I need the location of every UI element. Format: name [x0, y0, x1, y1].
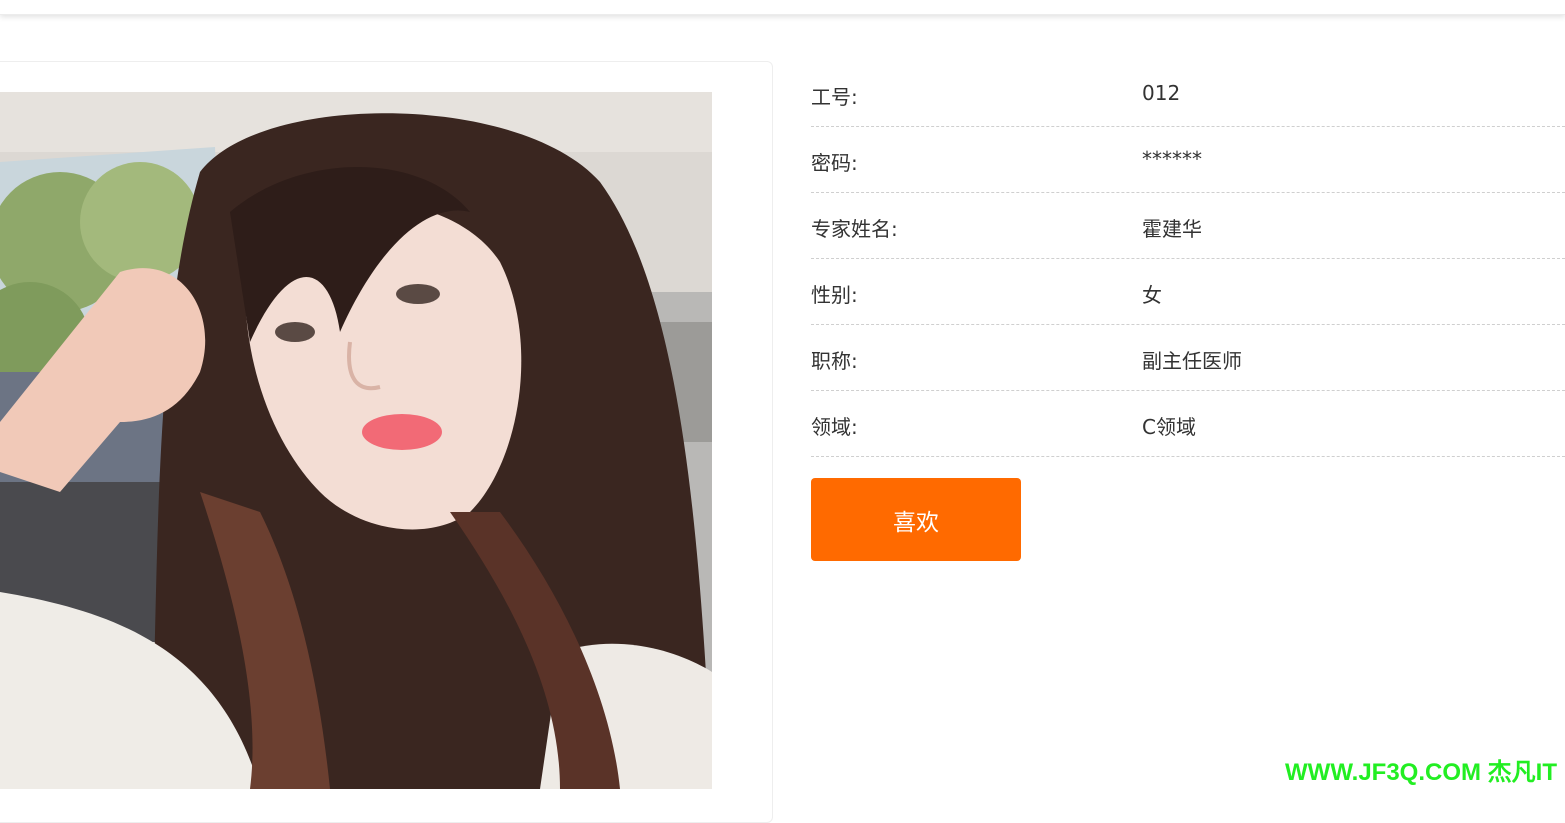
field-label: 领域:: [811, 411, 858, 440]
like-button[interactable]: 喜欢: [811, 478, 1021, 561]
field-row-gender: 性别: 女: [811, 259, 1565, 325]
field-value: C领域: [1142, 411, 1196, 440]
field-value: 012: [1142, 81, 1180, 105]
portrait-photo-icon: [0, 92, 712, 789]
watermark-text: WWW.JF3Q.COM 杰凡IT: [1285, 752, 1557, 787]
field-label: 专家姓名:: [811, 213, 898, 242]
field-value: 霍建华: [1142, 213, 1202, 242]
field-row-title: 职称: 副主任医师: [811, 325, 1565, 391]
field-value: 副主任医师: [1142, 345, 1242, 374]
field-label: 密码:: [811, 147, 858, 176]
field-row-name: 专家姓名: 霍建华: [811, 193, 1565, 259]
field-label: 工号:: [811, 81, 858, 110]
field-value: ******: [1142, 147, 1202, 171]
expert-info-list: 工号: 012 密码: ****** 专家姓名: 霍建华 性别: 女 职称: 副…: [811, 61, 1565, 457]
field-row-id: 工号: 012: [811, 61, 1565, 127]
field-label: 性别:: [811, 279, 858, 308]
field-row-domain: 领域: C领域: [811, 391, 1565, 457]
field-value: 女: [1142, 279, 1162, 308]
field-row-password: 密码: ******: [811, 127, 1565, 193]
field-label: 职称:: [811, 345, 858, 374]
top-navigation-bar: [0, 0, 1565, 15]
expert-photo: [0, 92, 712, 789]
